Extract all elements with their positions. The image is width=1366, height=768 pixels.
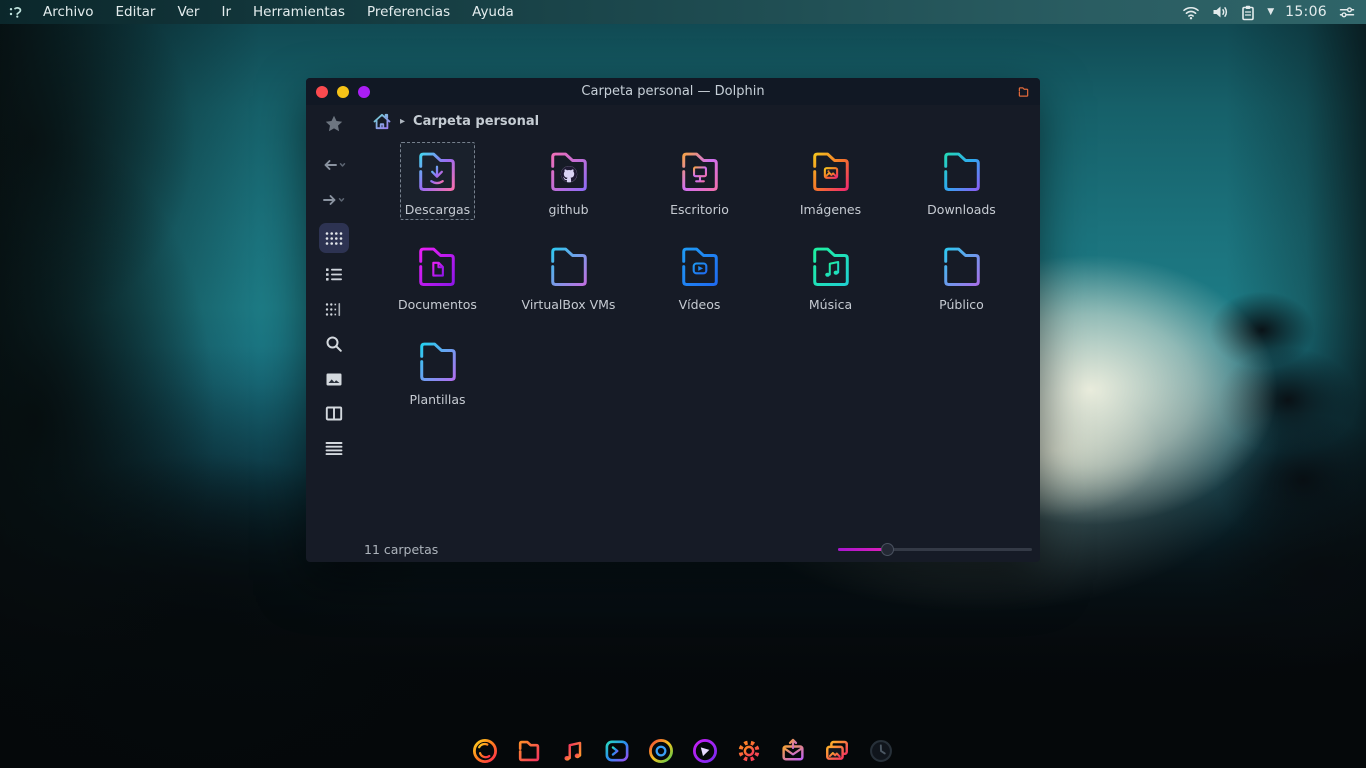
dock-music-player-icon[interactable] [558,736,588,766]
menu-ir[interactable]: Ir [210,1,242,23]
folder-descargas[interactable]: Descargas [372,142,503,237]
distro-logo-icon[interactable] [8,4,24,20]
folder-icon [419,247,456,286]
folder-imagenes[interactable]: Imágenes [765,142,896,237]
folder-icon [550,152,587,191]
folder-label: Música [808,297,853,312]
folder-publico[interactable]: Público [896,237,1027,332]
folder-icon [681,247,718,286]
dock-firefox-browser-icon[interactable] [470,736,500,766]
zoom-slider[interactable] [838,541,1032,557]
folder-icon [681,152,718,191]
dolphin-window: Carpeta personal — Dolphin ▸ Carpeta per… [306,78,1040,562]
statusbar: 11 carpetas [362,536,1040,562]
zoom-slider-handle[interactable] [880,542,894,556]
dock-image-viewer-icon[interactable] [822,736,852,766]
close-button[interactable] [316,85,328,98]
folder-grid: Descargas github Escritorio Imágenes Dow… [362,142,1040,427]
dock-clock-app-icon[interactable] [866,736,896,766]
window-folder-icon [1016,84,1031,103]
folder-icon [550,247,587,286]
folder-virtualbox-vms[interactable]: VirtualBox VMs [503,237,634,332]
menubar-menus-group: Archivo Editar Ver Ir Herramientas Preferenci… [0,1,525,23]
menu-ayuda[interactable]: Ayuda [461,1,525,23]
folder-label: Público [939,297,984,312]
folder-downloads[interactable]: Downloads [896,142,1027,237]
folder-documentos[interactable]: Documentos [372,237,503,332]
folder-label: Imágenes [799,202,862,217]
menu-ver[interactable]: Ver [166,1,210,23]
folder-icon [812,247,849,286]
split-view-icon[interactable] [321,400,347,426]
folder-view: ▸ Carpeta personal Descargas github Escr… [362,105,1040,562]
minimize-button[interactable] [337,85,349,98]
traffic-lights [316,78,370,105]
folder-plantillas[interactable]: Plantillas [372,332,503,427]
dock-settings-icon[interactable] [734,736,764,766]
clipboard-icon[interactable] [1240,4,1256,21]
icons-view-button[interactable] [319,223,349,253]
dock-terminal-icon[interactable] [602,736,632,766]
dock-media-player-icon[interactable] [690,736,720,766]
menu-editar[interactable]: Editar [104,1,166,23]
folder-icon [812,152,849,191]
status-text: 11 carpetas [364,541,439,557]
folder-label: VirtualBox VMs [521,297,616,312]
folder-label: Descargas [404,202,471,217]
titlebar[interactable]: Carpeta personal — Dolphin [306,78,1040,105]
sidebar-toolbar [306,105,362,562]
folder-label: Documentos [398,297,477,312]
tray-clock[interactable]: 15:06 [1285,4,1327,20]
folder-label: github [548,202,589,217]
system-tray: ▼ 15:06 [1182,4,1366,21]
folder-icon [419,152,456,191]
folder-label: Downloads [927,202,996,217]
forward-button[interactable] [321,187,347,213]
folder-musica[interactable]: Música [765,237,896,332]
menu-herramientas[interactable]: Herramientas [242,1,356,23]
tray-dropdown-caret-icon[interactable]: ▼ [1267,7,1274,17]
folder-label: Vídeos [678,297,721,312]
home-icon[interactable] [372,112,392,131]
folder-icon [943,247,980,286]
window-content: ▸ Carpeta personal Descargas github Escr… [306,105,1040,562]
folder-label: Plantillas [409,392,466,407]
folder-github[interactable]: github [503,142,634,237]
dock-file-manager-icon[interactable] [514,736,544,766]
menubar-menus: Archivo Editar Ver Ir Herramientas Preferenci… [32,1,525,23]
maximize-button[interactable] [358,85,370,98]
folder-icon [943,152,980,191]
dock-mail-client-icon[interactable] [778,736,808,766]
back-button[interactable] [321,152,347,178]
zoom-slider-fill [838,547,887,551]
folder-videos[interactable]: Vídeos [634,237,765,332]
details-view-button[interactable] [321,261,347,287]
volume-icon[interactable] [1211,4,1229,20]
folder-label: Escritorio [670,202,729,217]
folder-icon [419,342,456,381]
menu-archivo[interactable]: Archivo [32,1,104,23]
tune-sliders-icon[interactable] [1338,4,1356,20]
window-title: Carpeta personal — Dolphin [581,84,765,99]
breadcrumb-current[interactable]: Carpeta personal [413,114,539,129]
compact-view-button[interactable] [321,296,347,322]
menu-preferencias[interactable]: Preferencias [356,1,461,23]
hamburger-menu-icon[interactable] [321,435,347,461]
dock [470,736,896,766]
preview-image-icon[interactable] [321,366,347,392]
wifi-icon[interactable] [1182,4,1200,20]
breadcrumb: ▸ Carpeta personal [362,105,1040,137]
search-icon[interactable] [321,331,347,357]
dock-chrome-browser-icon[interactable] [646,736,676,766]
menubar: Archivo Editar Ver Ir Herramientas Preferenci… [0,0,1366,24]
breadcrumb-caret-icon: ▸ [400,115,406,127]
favorites-star-icon[interactable] [321,111,347,137]
folder-escritorio[interactable]: Escritorio [634,142,765,237]
